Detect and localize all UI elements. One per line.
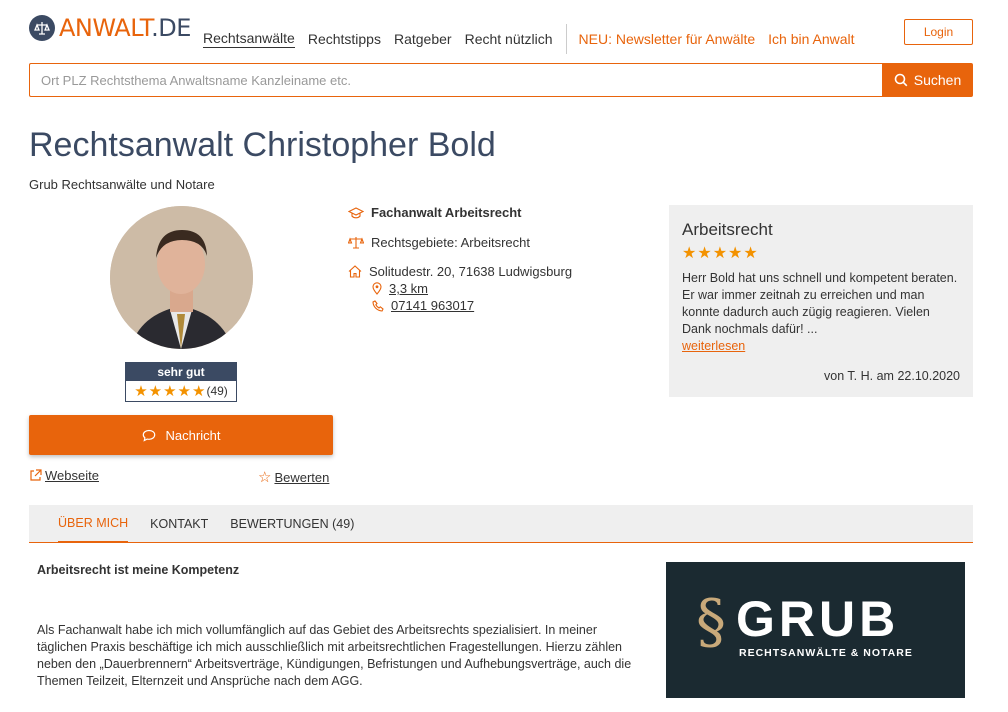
distance-line[interactable]: 3,3 km xyxy=(372,281,428,296)
star-icon: ★ xyxy=(134,382,148,400)
scales-icon xyxy=(348,237,364,249)
areas-text: Rechtsgebiete: Arbeitsrecht xyxy=(371,235,530,250)
about-heading: Arbeitsrecht ist meine Kompetenz xyxy=(37,563,240,577)
website-link-label: Webseite xyxy=(45,468,99,483)
graduation-cap-icon xyxy=(348,206,364,218)
avatar xyxy=(110,206,253,349)
main-nav: Rechtsanwälte Rechtstipps Ratgeber Recht… xyxy=(203,24,868,54)
profile-tabs: ÜBER MICH KONTAKT BEWERTUNGEN (49) xyxy=(29,505,973,543)
firm-logo-tagline: RECHTSANWÄLTE & NOTARE xyxy=(739,646,913,659)
rating-badge[interactable]: sehr gut ★ ★ ★ ★ ★ (49) xyxy=(125,362,237,402)
phone-link[interactable]: 07141 963017 xyxy=(391,298,474,313)
rating-stars: ★ ★ ★ ★ ★ (49) xyxy=(126,381,236,401)
about-text: Als Fachanwalt habe ich mich vollumfängl… xyxy=(37,623,632,688)
home-icon xyxy=(348,265,362,278)
star-icon: ★ xyxy=(148,382,163,400)
star-icon: ★ xyxy=(163,382,177,400)
star-icon: ★ xyxy=(177,382,191,400)
nav-item-recht-nuetzlich[interactable]: Recht nützlich xyxy=(465,31,553,47)
address-text: Solitudestr. 20, 71638 Ludwigsburg xyxy=(369,264,573,279)
rating-label: sehr gut xyxy=(126,363,236,381)
tab-ueber-mich[interactable]: ÜBER MICH xyxy=(58,505,129,543)
site-logo[interactable]: ANWALT.DE xyxy=(29,14,191,42)
nav-item-rechtsanwaelte[interactable]: Rechtsanwälte xyxy=(203,30,295,48)
star-icon: ★ xyxy=(728,245,743,262)
tab-bewertungen[interactable]: BEWERTUNGEN (49) xyxy=(230,505,354,543)
review-stars: ★ ★ ★ ★ ★ xyxy=(682,246,960,262)
star-outline-icon: ☆ xyxy=(258,469,272,486)
map-pin-icon xyxy=(372,282,382,295)
logo-text: ANWALT.DE xyxy=(59,14,191,42)
nav-item-ratgeber[interactable]: Ratgeber xyxy=(394,31,452,47)
rate-link[interactable]: ☆ Bewerten xyxy=(258,468,329,486)
search-button-label: Suchen xyxy=(913,72,962,88)
phone-icon xyxy=(372,299,384,312)
phone-line[interactable]: 07141 963017 xyxy=(372,298,474,313)
search-input[interactable]: Ort PLZ Rechtsthema Anwaltsname Kanzlein… xyxy=(29,63,883,97)
firm-logo: § GRUB RECHTSANWÄLTE & NOTARE xyxy=(666,562,965,698)
read-more-link[interactable]: weiterlesen xyxy=(682,338,960,355)
rating-count: (49) xyxy=(206,384,228,398)
star-icon: ★ xyxy=(697,245,712,262)
chat-bubble-icon xyxy=(142,429,155,442)
firm-logo-name: GRUB xyxy=(736,591,899,647)
firm-name: Grub Rechtsanwälte und Notare xyxy=(29,177,215,192)
nav-divider xyxy=(565,24,567,54)
address-line: Solitudestr. 20, 71638 Ludwigsburg xyxy=(348,264,572,279)
search-icon xyxy=(894,73,908,87)
search-button[interactable]: Suchen xyxy=(882,63,973,97)
scales-icon xyxy=(29,15,55,41)
message-button-label: Nachricht xyxy=(165,427,221,443)
specialist-line: Fachanwalt Arbeitsrecht xyxy=(348,205,522,220)
star-icon: ★ xyxy=(743,245,758,262)
rate-link-label: Bewerten xyxy=(274,469,330,485)
page-title: Rechtsanwalt Christopher Bold xyxy=(29,126,496,164)
review-title: Arbeitsrecht xyxy=(682,220,773,239)
review-author: von T. H. am 22.10.2020 xyxy=(824,369,960,383)
areas-line: Rechtsgebiete: Arbeitsrecht xyxy=(348,235,530,250)
specialist-text: Fachanwalt Arbeitsrecht xyxy=(371,205,522,220)
nav-item-rechtstipps[interactable]: Rechtstipps xyxy=(308,31,381,47)
message-button[interactable]: Nachricht xyxy=(29,415,333,455)
tab-kontakt[interactable]: KONTAKT xyxy=(150,505,208,543)
paragraph-symbol: § xyxy=(696,587,726,657)
review-text: Herr Bold hat uns schnell und kompetent … xyxy=(682,271,958,336)
star-icon: ★ xyxy=(682,245,697,262)
nav-item-newsletter[interactable]: NEU: Newsletter für Anwälte xyxy=(579,31,756,47)
nav-item-ich-bin-anwalt[interactable]: Ich bin Anwalt xyxy=(768,31,854,47)
review-card: Arbeitsrecht ★ ★ ★ ★ ★ Herr Bold hat uns… xyxy=(669,205,973,397)
star-icon: ★ xyxy=(712,245,728,262)
website-link[interactable]: Webseite xyxy=(29,468,99,483)
external-link-icon xyxy=(30,469,42,481)
distance-link[interactable]: 3,3 km xyxy=(389,281,428,296)
star-icon: ★ xyxy=(192,382,206,400)
login-button[interactable]: Login xyxy=(904,19,973,45)
